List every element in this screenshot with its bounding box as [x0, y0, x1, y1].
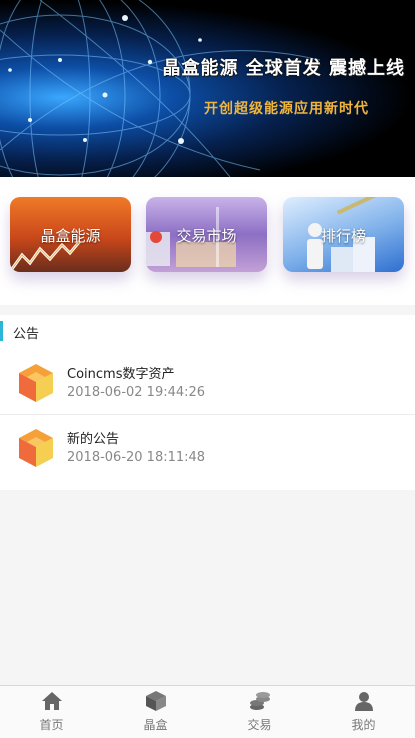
tab-label: 交易 — [247, 718, 272, 732]
card-crystal-energy[interactable]: 晶盒能源 — [10, 197, 131, 272]
globe-network-graphic — [0, 0, 321, 177]
notice-item-time: 2018-06-02 19:44:26 — [67, 385, 206, 400]
tab-home[interactable]: 首页 — [0, 686, 103, 738]
notice-item[interactable]: 新的公告 2018-06-20 18:11:48 — [0, 415, 415, 479]
category-cards: 晶盒能源 交易市场 排行榜 — [0, 177, 415, 305]
notice-item[interactable]: Coincms数字资产 2018-06-02 19:44:26 — [0, 350, 415, 415]
home-icon — [41, 692, 62, 710]
card-label: 排行榜 — [320, 227, 366, 245]
card-ranking[interactable]: 排行榜 — [283, 197, 404, 272]
notice-item-title: 新的公告 — [67, 432, 120, 447]
user-icon — [354, 692, 373, 711]
card-label: 晶盒能源 — [40, 227, 101, 245]
card-label: 交易市场 — [176, 227, 237, 245]
card-trade-market[interactable]: 交易市场 — [146, 197, 267, 272]
tab-trade[interactable]: 交易 — [208, 686, 311, 738]
cube-icon — [19, 364, 53, 402]
banner-title: 晶盒能源 全球首发 震撼上线 — [162, 58, 405, 79]
notice-header: 公告 — [0, 321, 415, 342]
box-icon — [145, 691, 166, 711]
coins-icon — [249, 692, 270, 710]
bottom-tab-bar: 首页 晶盒 交易 我的 — [0, 685, 415, 738]
tab-mine[interactable]: 我的 — [312, 686, 415, 738]
notice-title: 公告 — [13, 327, 40, 342]
tab-box[interactable]: 晶盒 — [104, 686, 207, 738]
accent-bar — [0, 321, 3, 341]
tab-label: 晶盒 — [143, 718, 168, 732]
tab-label: 首页 — [39, 718, 64, 732]
cube-icon — [19, 429, 53, 467]
banner-subtitle: 开创超级能源应用新时代 — [204, 101, 369, 117]
notice-item-title: Coincms数字资产 — [67, 367, 175, 382]
notice-section: 公告 Coincms数字资产 2018-06-02 19:44:26 新的公告 … — [0, 315, 415, 490]
hero-banner[interactable]: 晶盒能源 全球首发 震撼上线 开创超级能源应用新时代 — [0, 0, 415, 177]
tab-label: 我的 — [351, 718, 376, 732]
notice-item-time: 2018-06-20 18:11:48 — [67, 450, 206, 465]
